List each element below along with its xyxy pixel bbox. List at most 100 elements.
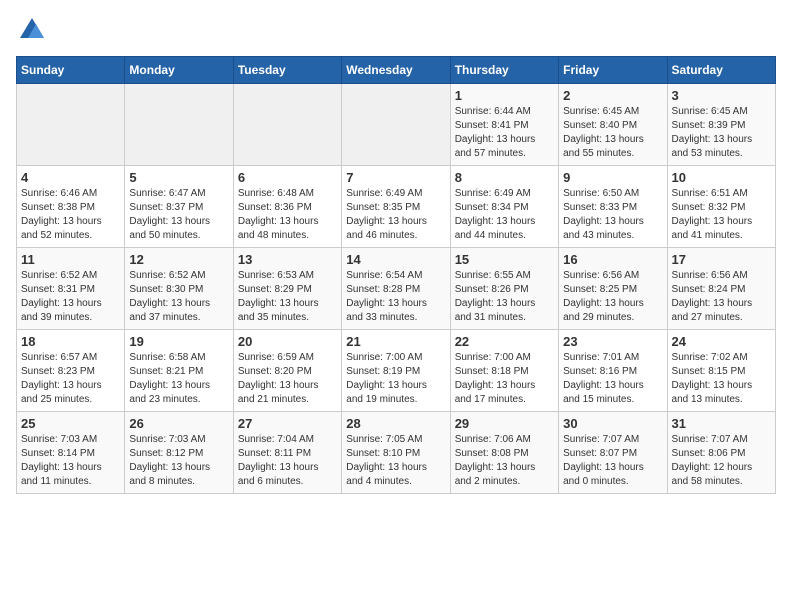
day-info: Sunrise: 6:58 AM Sunset: 8:21 PM Dayligh… [129, 351, 228, 407]
day-info: Sunrise: 7:06 AM Sunset: 8:08 PM Dayligh… [455, 433, 554, 489]
day-number: 29 [455, 416, 554, 431]
day-number: 1 [455, 88, 554, 103]
day-info: Sunrise: 6:49 AM Sunset: 8:34 PM Dayligh… [455, 187, 554, 243]
calendar-cell: 22 Sunrise: 7:00 AM Sunset: 8:18 PM Dayli… [450, 330, 558, 412]
calendar-cell: 30 Sunrise: 7:07 AM Sunset: 8:07 PM Dayli… [559, 412, 667, 494]
logo [16, 16, 46, 44]
day-info: Sunrise: 6:44 AM Sunset: 8:41 PM Dayligh… [455, 105, 554, 161]
day-info: Sunrise: 7:04 AM Sunset: 8:11 PM Dayligh… [238, 433, 337, 489]
calendar-week-1: 4 Sunrise: 6:46 AM Sunset: 8:38 PM Daylig… [17, 166, 776, 248]
weekday-wednesday: Wednesday [342, 57, 450, 84]
day-number: 6 [238, 170, 337, 185]
day-number: 2 [563, 88, 662, 103]
day-info: Sunrise: 7:03 AM Sunset: 8:14 PM Dayligh… [21, 433, 120, 489]
calendar-cell: 5 Sunrise: 6:47 AM Sunset: 8:37 PM Daylig… [125, 166, 233, 248]
day-number: 28 [346, 416, 445, 431]
page-header [16, 16, 776, 44]
day-info: Sunrise: 7:05 AM Sunset: 8:10 PM Dayligh… [346, 433, 445, 489]
weekday-sunday: Sunday [17, 57, 125, 84]
calendar-cell: 19Sunrise: 6:58 AM Sunset: 8:21 PM Dayli… [125, 330, 233, 412]
weekday-thursday: Thursday [450, 57, 558, 84]
day-info: Sunrise: 6:53 AM Sunset: 8:29 PM Dayligh… [238, 269, 337, 325]
calendar-cell: 2 Sunrise: 6:45 AM Sunset: 8:40 PM Daylig… [559, 84, 667, 166]
day-number: 27 [238, 416, 337, 431]
calendar-cell: 14 Sunrise: 6:54 AM Sunset: 8:28 PM Dayli… [342, 248, 450, 330]
calendar-header: SundayMondayTuesdayWednesdayThursdayFrid… [17, 57, 776, 84]
calendar-cell: 20 Sunrise: 6:59 AM Sunset: 8:20 PM Dayli… [233, 330, 341, 412]
day-number: 22 [455, 334, 554, 349]
day-number: 26 [129, 416, 228, 431]
day-number: 7 [346, 170, 445, 185]
day-number: 21 [346, 334, 445, 349]
calendar-cell [125, 84, 233, 166]
calendar-cell [233, 84, 341, 166]
weekday-monday: Monday [125, 57, 233, 84]
day-info: Sunrise: 6:47 AM Sunset: 8:37 PM Dayligh… [129, 187, 228, 243]
calendar-week-2: 11 Sunrise: 6:52 AM Sunset: 8:31 PM Dayli… [17, 248, 776, 330]
day-number: 20 [238, 334, 337, 349]
calendar-cell: 4 Sunrise: 6:46 AM Sunset: 8:38 PM Daylig… [17, 166, 125, 248]
day-number: 15 [455, 252, 554, 267]
weekday-friday: Friday [559, 57, 667, 84]
weekday-tuesday: Tuesday [233, 57, 341, 84]
day-number: 13 [238, 252, 337, 267]
logo-icon [18, 16, 46, 44]
day-info: Sunrise: 6:48 AM Sunset: 8:36 PM Dayligh… [238, 187, 337, 243]
calendar-cell: 26Sunrise: 7:03 AM Sunset: 8:12 PM Dayli… [125, 412, 233, 494]
day-number: 5 [129, 170, 228, 185]
weekday-saturday: Saturday [667, 57, 775, 84]
calendar-cell: 23Sunrise: 7:01 AM Sunset: 8:16 PM Dayli… [559, 330, 667, 412]
calendar-cell: 28 Sunrise: 7:05 AM Sunset: 8:10 PM Dayli… [342, 412, 450, 494]
calendar-week-3: 18Sunrise: 6:57 AM Sunset: 8:23 PM Dayli… [17, 330, 776, 412]
calendar-cell: 8Sunrise: 6:49 AM Sunset: 8:34 PM Daylig… [450, 166, 558, 248]
day-info: Sunrise: 6:50 AM Sunset: 8:33 PM Dayligh… [563, 187, 662, 243]
calendar-week-4: 25 Sunrise: 7:03 AM Sunset: 8:14 PM Dayli… [17, 412, 776, 494]
day-number: 14 [346, 252, 445, 267]
day-number: 23 [563, 334, 662, 349]
day-info: Sunrise: 7:00 AM Sunset: 8:18 PM Dayligh… [455, 351, 554, 407]
day-info: Sunrise: 6:52 AM Sunset: 8:31 PM Dayligh… [21, 269, 120, 325]
weekday-row: SundayMondayTuesdayWednesdayThursdayFrid… [17, 57, 776, 84]
day-info: Sunrise: 6:56 AM Sunset: 8:25 PM Dayligh… [563, 269, 662, 325]
calendar-cell: 25 Sunrise: 7:03 AM Sunset: 8:14 PM Dayli… [17, 412, 125, 494]
calendar-cell: 15 Sunrise: 6:55 AM Sunset: 8:26 PM Dayli… [450, 248, 558, 330]
calendar-cell: 6 Sunrise: 6:48 AM Sunset: 8:36 PM Daylig… [233, 166, 341, 248]
calendar-cell: 9 Sunrise: 6:50 AM Sunset: 8:33 PM Daylig… [559, 166, 667, 248]
calendar-cell: 24 Sunrise: 7:02 AM Sunset: 8:15 PM Dayli… [667, 330, 775, 412]
day-info: Sunrise: 6:52 AM Sunset: 8:30 PM Dayligh… [129, 269, 228, 325]
day-info: Sunrise: 6:54 AM Sunset: 8:28 PM Dayligh… [346, 269, 445, 325]
day-info: Sunrise: 6:45 AM Sunset: 8:39 PM Dayligh… [672, 105, 771, 161]
calendar-cell: 18Sunrise: 6:57 AM Sunset: 8:23 PM Dayli… [17, 330, 125, 412]
calendar-cell [17, 84, 125, 166]
day-number: 11 [21, 252, 120, 267]
calendar-body: 1 Sunrise: 6:44 AM Sunset: 8:41 PM Daylig… [17, 84, 776, 494]
day-info: Sunrise: 6:46 AM Sunset: 8:38 PM Dayligh… [21, 187, 120, 243]
day-number: 24 [672, 334, 771, 349]
calendar-cell: 12Sunrise: 6:52 AM Sunset: 8:30 PM Dayli… [125, 248, 233, 330]
calendar-cell: 16Sunrise: 6:56 AM Sunset: 8:25 PM Dayli… [559, 248, 667, 330]
day-number: 17 [672, 252, 771, 267]
day-info: Sunrise: 7:02 AM Sunset: 8:15 PM Dayligh… [672, 351, 771, 407]
day-number: 4 [21, 170, 120, 185]
calendar-cell: 7 Sunrise: 6:49 AM Sunset: 8:35 PM Daylig… [342, 166, 450, 248]
day-info: Sunrise: 6:57 AM Sunset: 8:23 PM Dayligh… [21, 351, 120, 407]
day-number: 30 [563, 416, 662, 431]
day-info: Sunrise: 6:51 AM Sunset: 8:32 PM Dayligh… [672, 187, 771, 243]
calendar-cell [342, 84, 450, 166]
day-info: Sunrise: 6:49 AM Sunset: 8:35 PM Dayligh… [346, 187, 445, 243]
calendar-week-0: 1 Sunrise: 6:44 AM Sunset: 8:41 PM Daylig… [17, 84, 776, 166]
calendar-cell: 11 Sunrise: 6:52 AM Sunset: 8:31 PM Dayli… [17, 248, 125, 330]
day-number: 9 [563, 170, 662, 185]
day-info: Sunrise: 6:56 AM Sunset: 8:24 PM Dayligh… [672, 269, 771, 325]
calendar-cell: 21Sunrise: 7:00 AM Sunset: 8:19 PM Dayli… [342, 330, 450, 412]
day-info: Sunrise: 6:45 AM Sunset: 8:40 PM Dayligh… [563, 105, 662, 161]
calendar-cell: 3 Sunrise: 6:45 AM Sunset: 8:39 PM Daylig… [667, 84, 775, 166]
day-info: Sunrise: 6:55 AM Sunset: 8:26 PM Dayligh… [455, 269, 554, 325]
day-info: Sunrise: 7:07 AM Sunset: 8:07 PM Dayligh… [563, 433, 662, 489]
day-number: 25 [21, 416, 120, 431]
calendar-cell: 10Sunrise: 6:51 AM Sunset: 8:32 PM Dayli… [667, 166, 775, 248]
day-number: 3 [672, 88, 771, 103]
calendar-table: SundayMondayTuesdayWednesdayThursdayFrid… [16, 56, 776, 494]
calendar-cell: 13 Sunrise: 6:53 AM Sunset: 8:29 PM Dayli… [233, 248, 341, 330]
day-info: Sunrise: 6:59 AM Sunset: 8:20 PM Dayligh… [238, 351, 337, 407]
